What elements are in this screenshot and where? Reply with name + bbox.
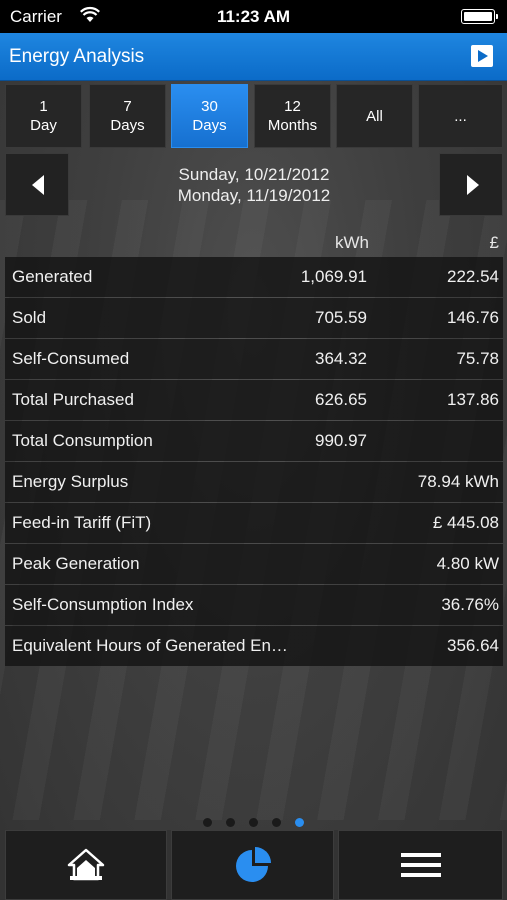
period-30-days[interactable]: 30 Days: [171, 84, 248, 148]
row-value: 137.86: [447, 390, 499, 409]
menu-icon: [400, 853, 441, 877]
period-1-day[interactable]: 1 Day: [5, 84, 82, 148]
column-kwh-header: kWh: [335, 233, 369, 252]
table-row: Total Purchased 626.65 137.86: [5, 380, 503, 420]
previous-period-button[interactable]: [5, 153, 69, 216]
row-label: Self-Consumption Index: [12, 595, 194, 614]
clock: 11:23 AM: [216, 7, 291, 26]
page-dot[interactable]: [249, 818, 258, 827]
row-label: Equivalent Hours of Generated En…: [12, 636, 288, 655]
row-label: Self-Consumed: [12, 349, 130, 368]
table-header: kWh £: [5, 230, 503, 256]
row-value: 75.78: [456, 349, 499, 368]
status-bar: Carrier 11:23 AM: [0, 0, 507, 33]
page-dot-active[interactable]: [295, 818, 304, 827]
row-label: Total Purchased: [12, 390, 134, 409]
title-bar: Energy Analysis: [0, 33, 507, 81]
row-label: Total Consumption: [12, 431, 153, 450]
page-dot[interactable]: [203, 818, 212, 827]
date-range-row: Sunday, 10/21/2012 Monday, 11/19/2012: [5, 153, 503, 216]
pie-chart-icon: [235, 847, 271, 882]
row-value: 146.76: [447, 308, 499, 327]
row-label: Energy Surplus: [12, 472, 129, 491]
date-range: Sunday, 10/21/2012 Monday, 11/19/2012: [75, 164, 433, 206]
date-end: Monday, 11/19/2012: [177, 186, 331, 205]
table-row: Total Consumption 990.97: [5, 421, 503, 461]
period-7-days[interactable]: 7 Days: [89, 84, 166, 148]
row-label: Sold: [12, 308, 47, 327]
row-value: 36.76%: [441, 595, 499, 614]
energy-table: Generated 1,069.91 222.54 Sold 705.59 14…: [5, 257, 503, 667]
period-selector: 1 Day 7 Days 30 Days 12 Months All ...: [5, 84, 503, 148]
row-value: 222.54: [447, 267, 499, 286]
table-row: Feed-in Tariff (FiT) £ 445.08: [5, 503, 503, 543]
play-icon[interactable]: [471, 45, 493, 67]
row-kwh: 705.59: [315, 308, 367, 327]
date-start: Sunday, 10/21/2012: [178, 165, 330, 184]
period-all[interactable]: All: [336, 84, 413, 148]
page-dot[interactable]: [272, 818, 281, 827]
table-row: Energy Surplus 78.94 kWh: [5, 462, 503, 502]
chevron-left-icon: [32, 175, 44, 195]
row-kwh: 1,069.91: [300, 267, 367, 286]
tab-bar: [0, 830, 507, 900]
chevron-right-icon: [467, 175, 479, 195]
row-kwh: 626.65: [315, 390, 367, 409]
tab-home[interactable]: [5, 830, 167, 900]
tab-menu[interactable]: [338, 830, 503, 900]
row-value: 356.64: [447, 636, 499, 655]
table-row: Equivalent Hours of Generated En… 356.64: [5, 626, 503, 666]
period-more[interactable]: ...: [418, 84, 503, 148]
period-12-months[interactable]: 12 Months: [254, 84, 331, 148]
page-title: Energy Analysis: [9, 46, 145, 67]
row-value: 4.80 kW: [436, 554, 499, 573]
column-currency-header: £: [489, 233, 499, 252]
tab-analysis[interactable]: [171, 830, 334, 900]
battery-icon: [461, 9, 498, 24]
row-value: 78.94 kWh: [417, 472, 499, 491]
row-kwh: 364.32: [315, 349, 367, 368]
next-period-button[interactable]: [439, 153, 503, 216]
home-icon: [67, 848, 105, 881]
table-row: Peak Generation 4.80 kW: [5, 544, 503, 584]
row-label: Generated: [12, 267, 93, 286]
row-kwh: 990.97: [315, 431, 367, 450]
row-label: Feed-in Tariff (FiT): [12, 513, 152, 532]
table-row: Self-Consumed 364.32 75.78: [5, 339, 503, 379]
row-value: £ 445.08: [432, 513, 499, 532]
table-row: Sold 705.59 146.76: [5, 298, 503, 338]
table-row: Self-Consumption Index 36.76%: [5, 585, 503, 625]
page-dot[interactable]: [226, 818, 235, 827]
row-label: Peak Generation: [12, 554, 140, 573]
table-row: Generated 1,069.91 222.54: [5, 257, 503, 297]
